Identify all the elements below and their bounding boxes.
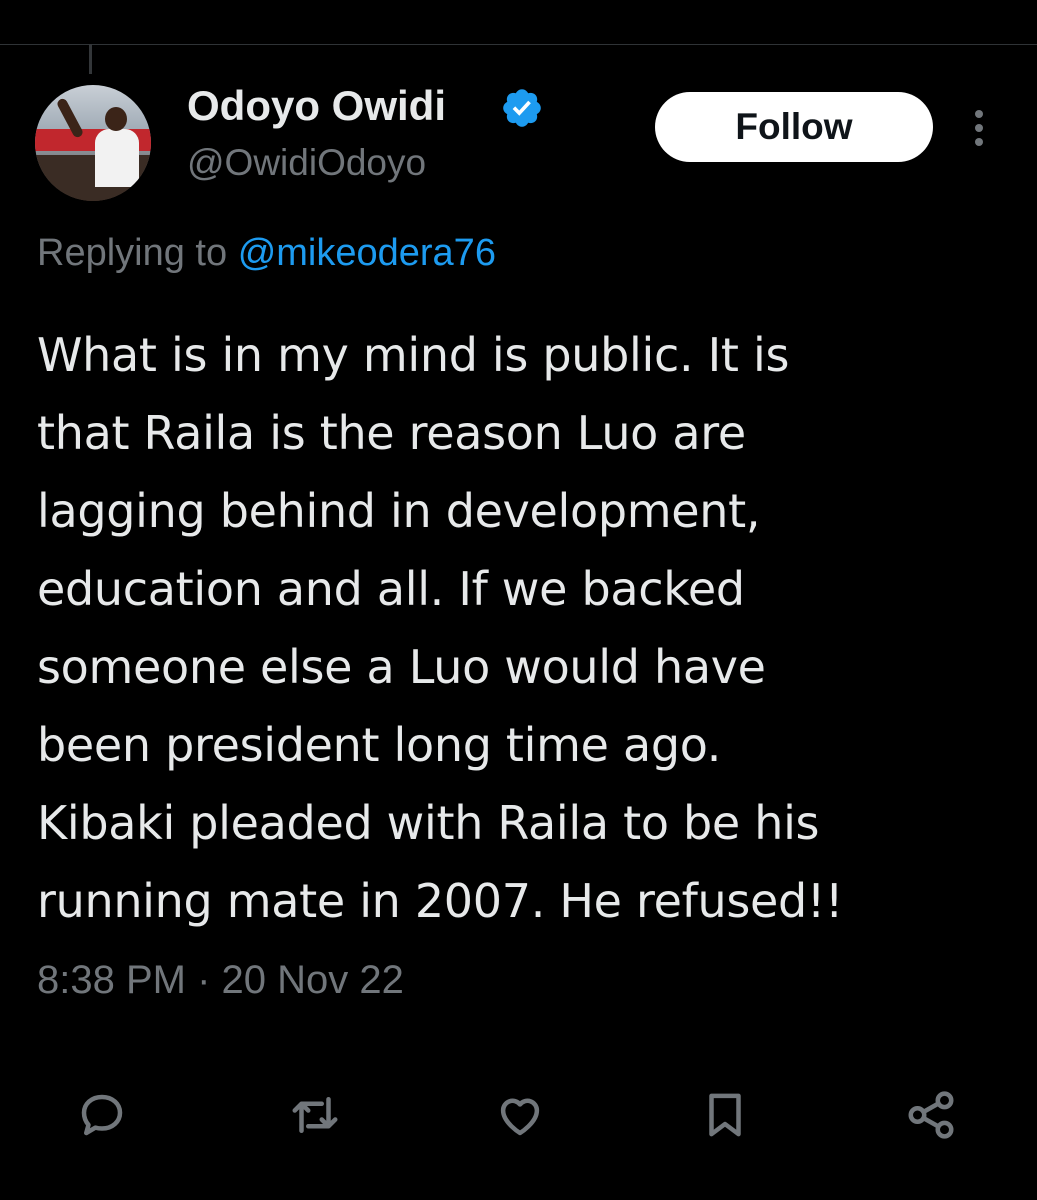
replying-prefix: Replying to — [37, 232, 228, 274]
like-button[interactable] — [485, 1080, 555, 1150]
thread-line — [89, 44, 92, 74]
display-name[interactable]: Odoyo Owidi — [187, 82, 446, 130]
replying-mention-link[interactable]: @mikeodera76 — [238, 232, 496, 274]
retweet-button[interactable] — [280, 1080, 350, 1150]
action-bar — [0, 1080, 1037, 1160]
like-icon — [500, 1098, 540, 1136]
tweet-text-line: been president long time ago. — [37, 718, 722, 772]
replying-to: Replying to @mikeodera76 — [37, 232, 496, 275]
tweet-text: What is in my mind is public. It is that… — [37, 316, 1007, 940]
tweet-text-line: someone else a Luo would have — [37, 640, 766, 694]
bookmark-button[interactable] — [690, 1080, 760, 1150]
reply-button[interactable] — [67, 1080, 137, 1150]
share-button[interactable] — [896, 1080, 966, 1150]
timestamp[interactable]: 8:38 PM · 20 Nov 22 — [37, 958, 404, 1003]
more-options-icon[interactable] — [966, 108, 992, 148]
tweet-text-line: education and all. If we backed — [37, 562, 745, 616]
tweet-text-line: What is in my mind is public. It is — [37, 328, 790, 382]
bookmark-icon — [709, 1093, 741, 1137]
tweet-text-line: that Raila is the reason Luo are — [37, 406, 746, 460]
follow-button[interactable]: Follow — [655, 92, 933, 162]
tweet-text-line: running mate in 2007. He refused!! — [37, 874, 844, 928]
verified-badge-icon — [503, 89, 541, 127]
tweet-text-line: lagging behind in development, — [37, 484, 761, 538]
retweet-icon — [292, 1097, 338, 1133]
top-divider — [0, 44, 1037, 45]
share-icon — [908, 1091, 954, 1139]
tweet-text-line: Kibaki pleaded with Raila to be his — [37, 796, 820, 850]
reply-icon — [81, 1094, 123, 1136]
handle[interactable]: @OwidiOdoyo — [187, 142, 426, 184]
avatar[interactable] — [35, 85, 151, 201]
